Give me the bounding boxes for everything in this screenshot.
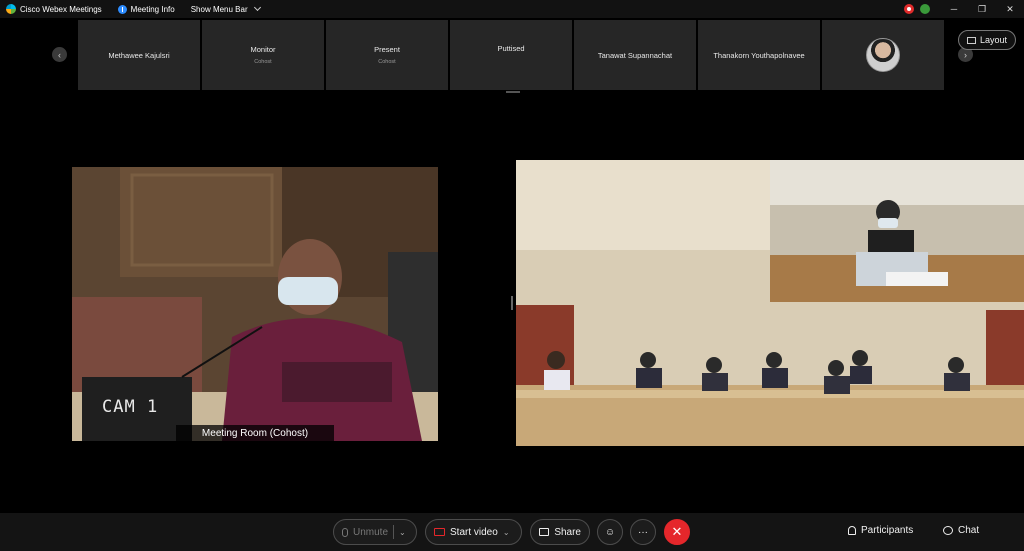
minimize-button[interactable]: ─: [940, 0, 968, 18]
microphone-muted-icon: [342, 527, 348, 537]
start-video-label: Start video: [450, 526, 498, 538]
app-title: Cisco Webex Meetings: [6, 4, 102, 14]
smiley-icon: ☺: [604, 526, 616, 538]
strip-resize-handle[interactable]: [506, 91, 520, 93]
layout-icon: [966, 36, 976, 44]
share-button[interactable]: Share: [530, 519, 590, 545]
participant-tile-self[interactable]: [822, 20, 944, 90]
participant-name: Monitor: [250, 45, 276, 54]
participant-role: Cohost: [378, 59, 396, 65]
start-video-button[interactable]: Start video ⌄: [425, 519, 522, 545]
video-split-handle[interactable]: [511, 296, 513, 310]
participant-name: Methawee Kajulsri: [108, 50, 170, 60]
unmute-label: Unmute: [353, 526, 389, 538]
participant-tile[interactable]: Monitor Cohost: [202, 20, 324, 90]
recording-icon[interactable]: [904, 4, 914, 14]
participant-name: Thanakorn Youthapolnavee: [713, 50, 805, 60]
video-name-label: Meeting Room (Cohost): [176, 425, 334, 441]
reactions-button[interactable]: ☺: [597, 519, 623, 545]
info-icon: [117, 4, 127, 14]
restore-button[interactable]: ❐: [968, 0, 996, 18]
participants-icon: [848, 526, 856, 535]
end-meeting-button[interactable]: ✕: [664, 519, 690, 545]
meeting-info-label: Meeting Info: [130, 4, 175, 14]
participant-tile[interactable]: Present Cohost: [326, 20, 448, 90]
room-video-image: [516, 160, 1024, 446]
participant-tile[interactable]: Methawee Kajulsri: [78, 20, 200, 90]
layout-button[interactable]: Layout: [958, 30, 1016, 50]
close-window-button[interactable]: ✕: [996, 0, 1024, 18]
chevron-down-icon[interactable]: ⌄: [399, 528, 406, 537]
more-options-button[interactable]: ···: [630, 519, 656, 545]
title-bar: Cisco Webex Meetings Meeting Info Show M…: [0, 0, 1024, 18]
participant-role: Cohost: [254, 59, 272, 65]
participant-strip: Methawee Kajulsri Monitor Cohost Present…: [78, 20, 944, 90]
user-avatar-icon[interactable]: [920, 4, 930, 14]
share-screen-icon: [539, 528, 550, 536]
meeting-controls-bar: Unmute ⌄ Start video ⌄ Share ☺ ··· ✕ Par…: [0, 513, 1024, 551]
video-off-icon: [434, 528, 445, 536]
chevron-down-icon[interactable]: ⌄: [503, 528, 510, 537]
room-video-feed: [516, 160, 1024, 446]
unmute-button[interactable]: Unmute ⌄: [333, 519, 417, 545]
video-name-text: Meeting Room (Cohost): [201, 427, 309, 439]
participant-tile[interactable]: Puttised: [450, 20, 572, 90]
chat-icon: [943, 526, 953, 535]
chat-label: Chat: [958, 525, 980, 536]
participant-name: Present: [374, 45, 400, 54]
chevron-down-icon: [253, 3, 261, 12]
more-icon: ···: [638, 526, 648, 538]
layout-label: Layout: [979, 35, 1008, 45]
share-label: Share: [554, 526, 581, 538]
participants-label: Participants: [861, 525, 914, 536]
webex-logo-icon: [6, 4, 16, 14]
chevron-right-icon: ›: [964, 49, 967, 60]
show-menu-bar-button[interactable]: Show Menu Bar: [190, 3, 261, 14]
show-menu-bar-label: Show Menu Bar: [190, 4, 248, 14]
app-name: Cisco Webex Meetings: [20, 4, 102, 14]
participant-name: Tanawat Supannachat: [597, 50, 673, 60]
participant-name: Puttised: [497, 44, 525, 53]
participant-tile[interactable]: Tanawat Supannachat: [574, 20, 696, 90]
participant-tile[interactable]: Thanakorn Youthapolnavee: [698, 20, 820, 90]
avatar: [866, 38, 900, 72]
meeting-info-button[interactable]: Meeting Info: [117, 4, 175, 14]
chevron-left-icon: ‹: [58, 49, 61, 60]
main-video-feed: CAM 1 Meeting Room (Cohost): [72, 167, 438, 441]
chat-button[interactable]: Chat: [943, 525, 979, 536]
close-icon: ✕: [671, 524, 683, 539]
strip-prev-button[interactable]: ‹: [52, 47, 67, 62]
camera-label: CAM 1: [102, 397, 159, 417]
button-divider: [393, 525, 395, 539]
participants-button[interactable]: Participants: [848, 525, 913, 536]
